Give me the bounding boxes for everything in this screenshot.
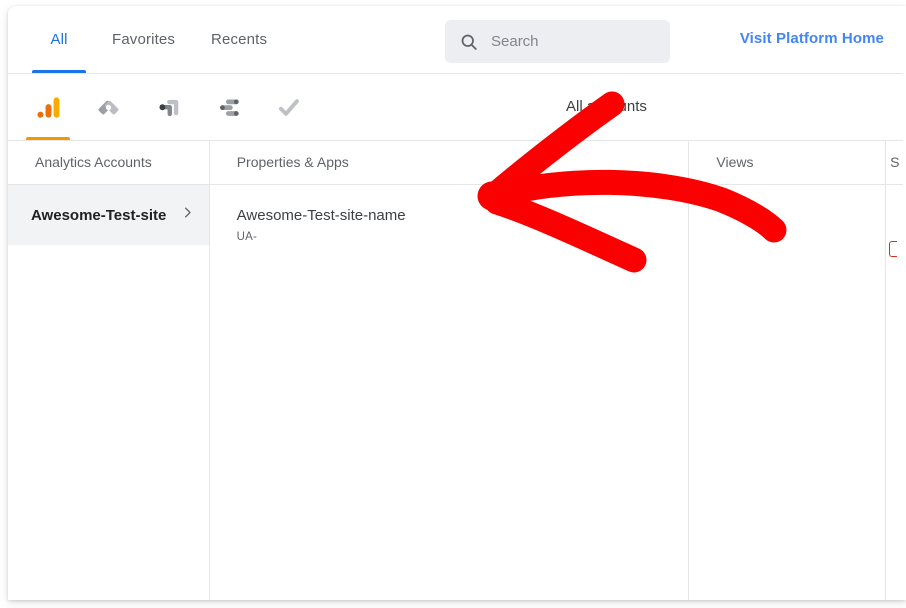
tab-favorites-label: Favorites: [112, 31, 176, 48]
column-header-properties-apps: Properties & Apps: [210, 141, 690, 184]
product-icon-bar: All accounts: [8, 74, 906, 141]
column-headers: Analytics Accounts Properties & Apps Vie…: [8, 141, 906, 185]
product-icon-list: [18, 74, 318, 140]
tab-favorites[interactable]: Favorites: [94, 6, 193, 73]
all-accounts-label: All accounts: [566, 98, 647, 115]
search-input[interactable]: [491, 33, 651, 50]
tab-all[interactable]: All: [24, 6, 94, 73]
account-row[interactable]: Awesome-Test-site: [8, 185, 209, 245]
tab-all-label: All: [50, 31, 68, 48]
property-name: Awesome-Test-site-name: [236, 207, 406, 224]
chevron-right-icon[interactable]: [180, 205, 195, 225]
tab-recents-label: Recents: [211, 31, 268, 48]
google-optimize-icon[interactable]: [138, 74, 198, 140]
property-row[interactable]: Awesome-Test-site-name UA-: [210, 185, 689, 243]
visit-platform-home-link[interactable]: Visit Platform Home: [740, 30, 884, 47]
search-icon: [459, 32, 479, 52]
column-header-views: Views: [689, 141, 887, 184]
google-tag-manager-icon[interactable]: [78, 74, 138, 140]
column-header-analytics-accounts: Analytics Accounts: [8, 141, 210, 184]
filter-tabs: All Favorites Recents: [24, 6, 285, 73]
property-tracking-id: UA-: [236, 231, 258, 243]
search-box[interactable]: [445, 20, 670, 63]
properties-column: Awesome-Test-site-name UA-: [210, 185, 690, 600]
grid-body: Awesome-Test-site Awesome-Test-site-name…: [8, 185, 906, 600]
google-surveys-icon[interactable]: [198, 74, 258, 140]
edge-red-chip: [889, 241, 898, 257]
account-name: Awesome-Test-site: [31, 206, 167, 224]
tab-recents[interactable]: Recents: [193, 6, 285, 73]
account-selector-panel: All Favorites Recents Visit Platform Hom…: [8, 6, 906, 600]
views-column: [689, 185, 887, 600]
google-optimize-check-icon[interactable]: [258, 74, 318, 140]
google-analytics-icon[interactable]: [18, 74, 78, 140]
accounts-column: Awesome-Test-site: [8, 185, 210, 600]
top-bar: All Favorites Recents Visit Platform Hom…: [8, 6, 906, 74]
